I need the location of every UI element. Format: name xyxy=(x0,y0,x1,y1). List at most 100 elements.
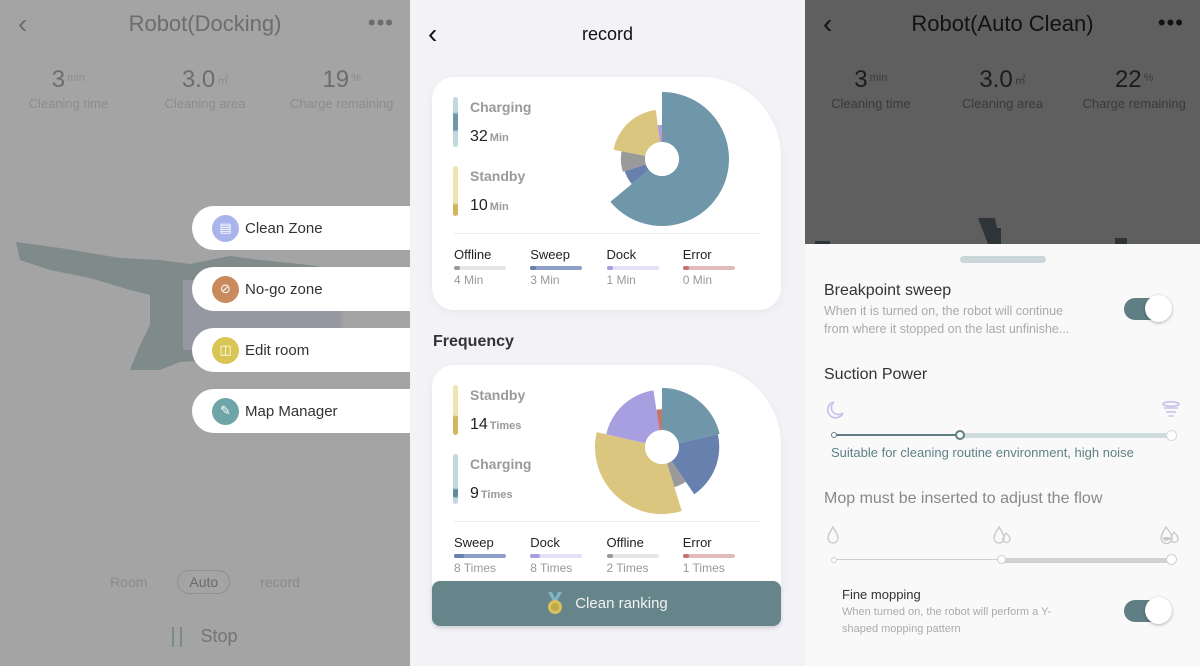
mini-stat-track xyxy=(530,554,583,558)
fine-mopping-desc: When turned on, the robot will perform a… xyxy=(842,604,1142,638)
mini-stat-track xyxy=(682,266,735,270)
edit-room-icon: ◫ xyxy=(212,336,239,364)
stop-label: Stop xyxy=(200,626,238,646)
mini-stat-track xyxy=(606,554,659,558)
stat-unit: ㎡ xyxy=(1014,75,1026,87)
mini-stat-name: Error xyxy=(682,247,712,262)
desc-line: When turned on, the robot will perform a… xyxy=(842,606,1052,618)
mini-stat-track xyxy=(530,266,583,270)
clean-ranking-button[interactable]: Clean ranking xyxy=(432,581,781,626)
mini-stat-dock: Dock 1 Min xyxy=(606,247,683,287)
mini-stat-fill xyxy=(682,554,689,558)
tab-auto[interactable]: Auto xyxy=(177,570,231,594)
divider xyxy=(454,521,759,522)
value: 32 xyxy=(470,128,488,145)
stop-button[interactable]: Stop xyxy=(0,626,410,647)
clean-zone-button[interactable]: ▤ Clean Zone xyxy=(192,206,410,250)
menu-label: No-go zone xyxy=(245,280,323,298)
stat-cleaning-area: 3.0 ㎡ Cleaning area xyxy=(137,66,274,111)
page-title: Robot(Auto Clean) xyxy=(911,11,1094,36)
pause-icon xyxy=(172,626,183,647)
stat-value: 3.0 xyxy=(979,66,1013,93)
slider-stop[interactable] xyxy=(1166,554,1177,565)
breakpoint-toggle[interactable] xyxy=(1124,295,1172,322)
frequency-minis: Sweep 8 Times Dock 8 Times Offline 2 Times Err… xyxy=(454,535,759,575)
slider-stop[interactable] xyxy=(831,432,837,438)
breakpoint-title: Breakpoint sweep xyxy=(824,282,952,299)
sheet-drag-handle[interactable] xyxy=(960,256,1046,263)
frequency-title: Frequency xyxy=(433,333,514,350)
floor-map[interactable] xyxy=(805,210,1200,244)
slider-stop[interactable] xyxy=(831,557,837,563)
stats-row: 3 min Cleaning time 3.0 ㎡ Cleaning area 22… xyxy=(805,66,1200,111)
mini-stat-fill xyxy=(606,554,613,558)
toggle-knob xyxy=(1145,597,1172,624)
unit: Min xyxy=(489,132,509,144)
mini-stat-name: Offline xyxy=(454,247,492,262)
slider-stop[interactable] xyxy=(1166,430,1177,441)
legend-bar xyxy=(453,97,458,147)
tab-record[interactable]: record xyxy=(260,574,300,590)
button-label: Clean ranking xyxy=(575,595,668,612)
unit: Times xyxy=(489,420,522,432)
stat-cleaning-time: 3 min Cleaning time xyxy=(0,66,137,111)
tab-room[interactable]: Room xyxy=(110,574,147,590)
edit-room-button[interactable]: ◫ Edit room xyxy=(192,328,410,372)
stat-label: Charge remaining xyxy=(1082,96,1186,111)
slider-thumb[interactable] xyxy=(955,430,965,440)
mini-stat-value: 1 Min xyxy=(606,273,636,287)
mini-stat-name: Dock xyxy=(530,535,560,550)
stat-value: 19 xyxy=(322,66,350,93)
map-icon: ✎ xyxy=(212,397,239,425)
no-go-zone-button[interactable]: ⊘ No-go zone xyxy=(192,267,410,311)
mini-stat-value: 4 Min xyxy=(454,273,484,287)
mini-stat-track xyxy=(454,266,506,270)
slider-fill xyxy=(834,434,960,436)
suction-hint: Suitable for cleaning routine environmen… xyxy=(831,445,1134,460)
menu-label: Clean Zone xyxy=(245,219,323,237)
stat-label: Cleaning time xyxy=(831,96,911,111)
value: 9 xyxy=(470,485,479,502)
value: 14 xyxy=(470,416,488,433)
mini-stat-sweep: Sweep 3 Min xyxy=(530,247,606,287)
rose-center-hole xyxy=(645,142,679,176)
more-options-icon[interactable]: ••• xyxy=(368,10,394,36)
rose-center-hole xyxy=(645,430,679,464)
stat-unit: min xyxy=(869,72,888,84)
menu-label: Edit room xyxy=(245,341,310,359)
mini-stat-track xyxy=(682,554,735,558)
stat-unit: % xyxy=(351,72,361,84)
mini-stat-value: 1 Times xyxy=(682,561,725,575)
mini-stat-fill xyxy=(606,266,613,270)
medal-icon xyxy=(548,591,563,614)
suction-power-slider[interactable] xyxy=(831,430,1177,441)
slider-thumb[interactable] xyxy=(997,555,1006,564)
slider-track xyxy=(960,433,1172,438)
map-manager-button[interactable]: ✎ Map Manager xyxy=(192,389,410,433)
water-drop-medium-icon xyxy=(993,525,1011,544)
stat-label: Cleaning time xyxy=(28,96,109,111)
quiet-moon-icon xyxy=(826,401,844,419)
slider-fill xyxy=(834,559,1002,560)
mini-stat-fill xyxy=(454,554,464,558)
slider-track xyxy=(1002,558,1172,563)
frequency-rose-chart xyxy=(595,387,720,514)
stat-cleaning-area: 3.0 ㎡ Cleaning area xyxy=(937,66,1069,111)
stat-cleaning-time: 3 min Cleaning time xyxy=(805,66,937,111)
duration-card: Charging 32 Min Standby 10 Min Offline 4 Mi… xyxy=(432,77,781,310)
mini-stat-dock: Dock 8 Times xyxy=(530,535,606,575)
stats-row: 3 min Cleaning time 3.0 ㎡ Cleaning area 19… xyxy=(0,66,410,111)
page-title: Robot(Docking) xyxy=(128,11,282,36)
more-options-icon[interactable]: ••• xyxy=(1158,10,1184,36)
header: ‹ Robot(Docking) ••• xyxy=(0,0,410,50)
mop-title: Mop must be inserted to adjust the flow xyxy=(824,490,1103,507)
mini-stat-fill xyxy=(682,266,689,270)
fine-mopping-toggle[interactable] xyxy=(1124,597,1172,624)
docking-screen: ‹ Robot(Docking) ••• 3 min Cleaning time … xyxy=(0,0,410,666)
legend-bar xyxy=(453,385,458,435)
mop-flow-slider[interactable] xyxy=(831,554,1177,565)
mini-stat-value: 8 Times xyxy=(530,561,573,575)
stat-value: 3.0 xyxy=(181,66,216,93)
stat-charge: 22% Charge remaining xyxy=(1068,66,1200,111)
header: ‹ record xyxy=(410,0,805,50)
